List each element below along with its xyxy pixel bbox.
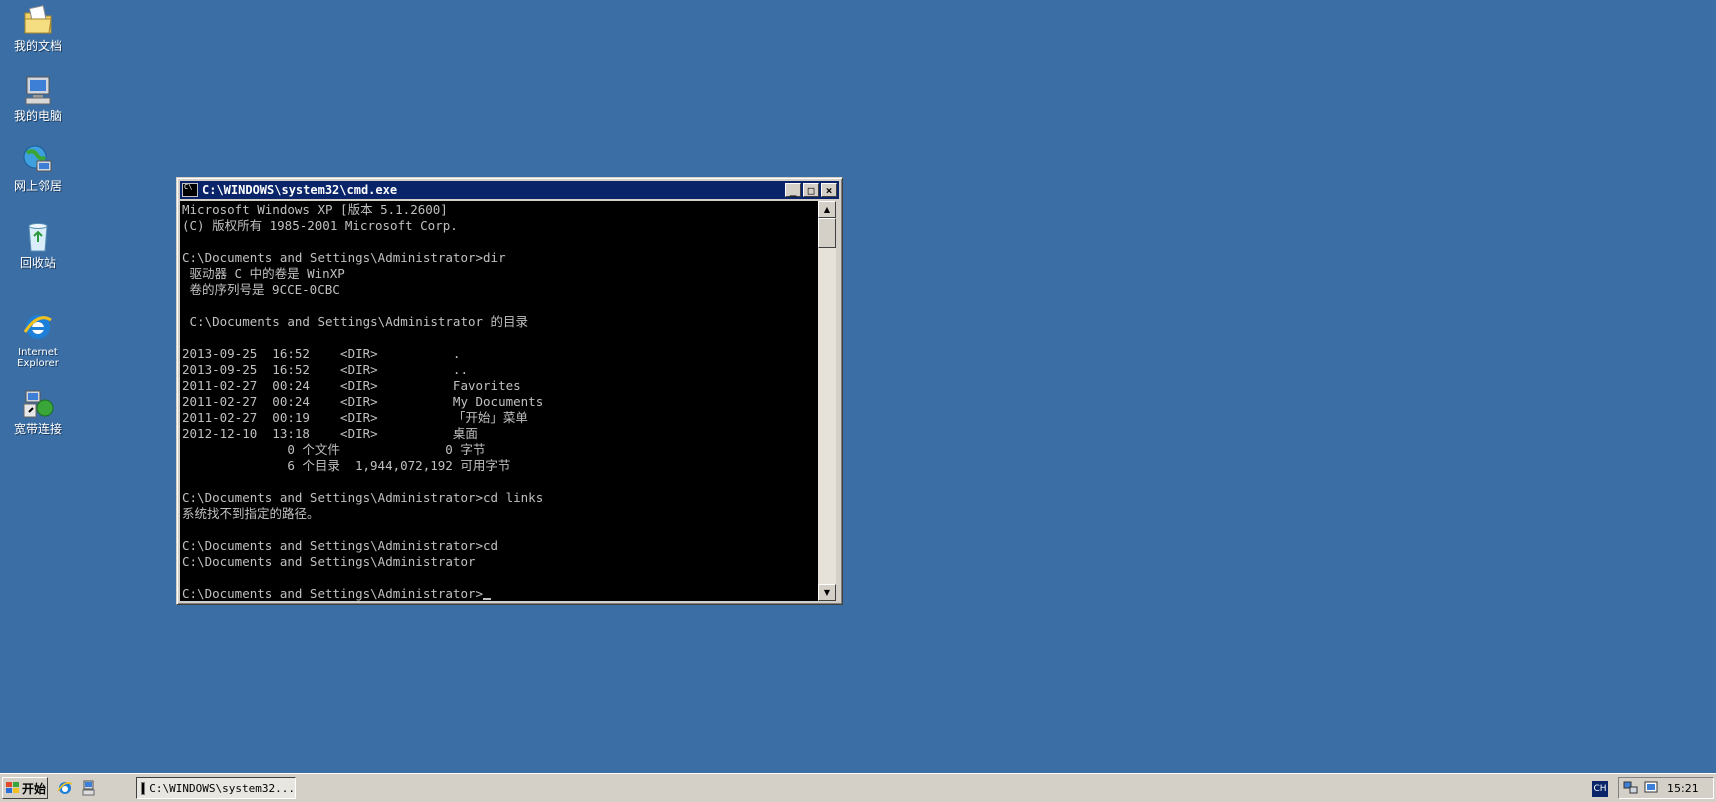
console-line: 2011-02-27 00:19 <DIR> 「开始」菜单 (182, 410, 528, 425)
console-line: C:\Documents and Settings\Administrator>… (182, 538, 499, 553)
desktop-icon-broadband[interactable]: 宽带连接 (0, 386, 76, 436)
taskbar-button-label: C:\WINDOWS\system32... (149, 781, 295, 795)
console-line: C:\Documents and Settings\Administrator … (182, 314, 529, 329)
console-line: (C) 版权所有 1985-2001 Microsoft Corp. (182, 218, 458, 233)
desktop-icon-recycle-bin[interactable]: 回收站 (0, 220, 76, 270)
console-line: 0 个文件 0 字节 (182, 442, 486, 457)
desktop-icon-label: 宽带连接 (13, 422, 62, 436)
console-line: 6 个目录 1,944,072,192 可用字节 (182, 458, 511, 473)
console-line: 驱动器 C 中的卷是 WinXP (182, 266, 345, 281)
console-line: Microsoft Windows XP [版本 5.1.2600] (182, 202, 448, 217)
quick-launch-show-desktop-icon[interactable] (80, 779, 98, 797)
internet-explorer-icon (21, 310, 55, 344)
window-title: C:\WINDOWS\system32\cmd.exe (202, 183, 398, 197)
windows-logo-icon (6, 782, 20, 794)
cmd-task-icon (141, 781, 146, 795)
desktop-icon-my-documents[interactable]: 我的文档 (0, 3, 76, 53)
console-line: 系统找不到指定的路径。 (182, 506, 320, 521)
console-line: C:\Documents and Settings\Administrator (182, 554, 476, 569)
console-line: 2012-12-10 13:18 <DIR> 桌面 (182, 426, 478, 441)
start-button[interactable]: 开始 (2, 777, 48, 799)
broadband-connection-icon (21, 386, 55, 420)
my-documents-icon (21, 3, 55, 37)
close-button[interactable]: × (821, 183, 837, 197)
console-line: 2011-02-27 00:24 <DIR> Favorites (182, 378, 521, 393)
clock[interactable]: 15:21 (1667, 782, 1699, 795)
maximize-button[interactable]: □ (803, 183, 819, 197)
scroll-thumb[interactable] (818, 218, 836, 248)
scroll-down-arrow-icon[interactable]: ▼ (818, 584, 836, 601)
cmd-app-icon[interactable] (182, 183, 198, 197)
desktop-icon-label: 我的文档 (13, 39, 62, 53)
recycle-bin-icon (21, 220, 55, 254)
desktop-icon-label: 回收站 (19, 256, 56, 270)
desktop-icon-label: 网上邻居 (13, 179, 62, 193)
network-places-icon (21, 143, 55, 177)
console-line: C:\Documents and Settings\Administrator>… (182, 490, 544, 505)
taskbar-button-cmd[interactable]: C:\WINDOWS\system32... (136, 777, 296, 799)
scroll-up-arrow-icon[interactable]: ▲ (818, 201, 836, 218)
my-computer-icon (21, 73, 55, 107)
console-output[interactable]: Microsoft Windows XP [版本 5.1.2600] (C) 版权… (180, 201, 818, 601)
console-line: 2011-02-27 00:24 <DIR> My Documents (182, 394, 544, 409)
quick-launch-ie-icon[interactable] (56, 779, 74, 797)
network-status-icon[interactable] (1623, 781, 1639, 795)
desktop-icon-network-places[interactable]: 网上邻居 (0, 143, 76, 193)
vertical-scrollbar[interactable]: ▲ ▼ (818, 201, 836, 601)
desktop-icon-label: 我的电脑 (13, 109, 62, 123)
console-line: C:\Documents and Settings\Administrator> (182, 586, 816, 601)
console-line: 卷的序列号是 9CCE-0CBC (182, 282, 340, 297)
connection-monitor-icon[interactable] (1643, 781, 1659, 795)
console-line: 2013-09-25 16:52 <DIR> .. (182, 362, 468, 377)
console-line: C:\Documents and Settings\Administrator>… (182, 250, 506, 265)
text-cursor (483, 598, 492, 600)
ime-indicator[interactable]: CH (1592, 781, 1608, 797)
desktop-icon-my-computer[interactable]: 我的电脑 (0, 73, 76, 123)
minimize-button[interactable]: _ (785, 183, 801, 197)
desktop-icon-internet-explorer[interactable]: Internet Explorer (0, 310, 76, 369)
cmd-window: C:\WINDOWS\system32\cmd.exe _ □ × Micros… (176, 177, 843, 605)
taskbar: 开始 C:\WINDOWS\system32... CH 15:21 (0, 773, 1716, 802)
console-line: 2013-09-25 16:52 <DIR> . (182, 346, 461, 361)
title-bar[interactable]: C:\WINDOWS\system32\cmd.exe _ □ × (180, 181, 839, 199)
desktop-icon-label-line1: Internet (18, 347, 58, 358)
system-tray: 15:21 (1618, 777, 1714, 799)
start-label: 开始 (22, 781, 47, 796)
desktop-icon-label-line2: Explorer (17, 358, 59, 369)
